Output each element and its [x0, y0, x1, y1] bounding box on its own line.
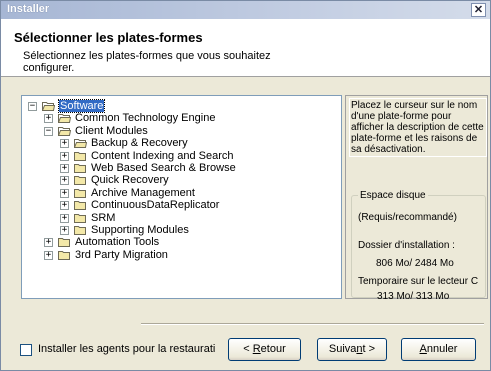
expand-icon[interactable]: + — [60, 201, 69, 211]
tree-item[interactable]: + Backup & Recovery — [60, 137, 341, 149]
next-button[interactable]: Suivant > — [317, 338, 387, 361]
title-bar: Installer ✕ — [1, 1, 490, 19]
temp-drive-value: 313 Mo/ 313 Mo — [377, 291, 450, 302]
expand-icon[interactable]: + — [60, 176, 69, 186]
tree-item[interactable]: − Software — [28, 99, 328, 113]
folder-open-icon — [42, 102, 55, 111]
expand-icon[interactable]: + — [60, 213, 69, 223]
tree-item-label[interactable]: Automation Tools — [75, 236, 159, 248]
tree-item-label[interactable]: Archive Management — [91, 187, 195, 199]
tree-item-label[interactable]: Common Technology Engine — [75, 112, 215, 124]
restore-agents-label[interactable]: Installer les agents pour la restaurati — [38, 343, 215, 355]
footer-separator — [141, 323, 484, 325]
expand-icon[interactable]: + — [44, 238, 53, 248]
folder-icon — [74, 176, 86, 186]
disk-required-label: (Requis/recommandé) — [358, 212, 457, 223]
cancel-mnemonic: A — [419, 343, 427, 355]
collapse-icon[interactable]: − — [28, 102, 37, 111]
description-text: Placez le curseur sur le nom d'une plate… — [349, 98, 487, 157]
expand-icon[interactable]: + — [60, 139, 69, 149]
installer-window: Installer ✕ Sélectionner les plates-form… — [0, 0, 491, 371]
install-folder-value: 806 Mo/ 2484 Mo — [376, 258, 454, 269]
header-panel: Sélectionner les plates-formes Sélection… — [1, 19, 490, 77]
expand-icon[interactable]: + — [60, 164, 69, 173]
expand-icon[interactable]: + — [44, 114, 53, 124]
tree-item-label[interactable]: ContinuousDataReplicator — [91, 199, 219, 211]
tree-item[interactable]: + ContinuousDataReplicator — [60, 199, 341, 211]
next-prefix: Suiva — [328, 343, 357, 355]
folder-icon — [74, 226, 86, 235]
tree-item[interactable]: + Archive Management — [60, 187, 341, 199]
tree-item-label[interactable]: Client Modules — [75, 125, 148, 137]
tree-item-label[interactable]: Content Indexing and Search — [91, 150, 234, 162]
page-title: Sélectionner les plates-formes — [14, 30, 203, 45]
tree-item[interactable]: + Quick Recovery — [60, 174, 341, 186]
tree-item[interactable]: + Automation Tools — [44, 236, 341, 248]
next-rest: t > — [362, 343, 376, 355]
temp-drive-label: Temporaire sur le lecteur C — [358, 276, 479, 287]
tree-item[interactable]: + SRM — [60, 212, 341, 224]
folder-open-icon — [74, 139, 87, 149]
disk-space-group: Espace disque (Requis/recommandé) Dossie… — [351, 190, 486, 302]
disk-space-legend: Espace disque — [358, 190, 428, 201]
folder-icon — [74, 213, 86, 223]
folder-open-icon — [58, 126, 71, 136]
tree-item[interactable]: +3rd Party Migration — [44, 249, 341, 261]
folder-icon — [74, 188, 86, 198]
folder-icon — [58, 250, 70, 260]
tree-item-label[interactable]: Backup & Recovery — [91, 137, 188, 149]
folder-icon — [74, 201, 86, 211]
back-rest: etour — [260, 343, 286, 355]
expand-icon[interactable]: + — [60, 188, 69, 198]
folder-icon — [74, 151, 86, 161]
tree-item-label[interactable]: Supporting Modules — [91, 224, 189, 236]
tree-item[interactable]: + Common Technology Engine — [44, 112, 341, 124]
tree-item-label[interactable]: 3rd Party Migration — [75, 249, 168, 261]
tree-item[interactable]: + Web Based Search & Browse — [60, 162, 341, 174]
tree-item[interactable]: + Supporting Modules — [60, 224, 341, 236]
tree-item[interactable]: + Content Indexing and Search — [60, 150, 341, 162]
page-subtitle: Sélectionnez les plates-formes que vous … — [23, 50, 271, 74]
tree-item-label[interactable]: SRM — [91, 212, 115, 224]
back-prefix: < — [243, 343, 253, 355]
back-mnemonic: R — [252, 343, 261, 355]
folder-icon — [74, 164, 86, 173]
tree-item-label[interactable]: Quick Recovery — [91, 174, 169, 186]
expand-icon[interactable]: + — [60, 226, 69, 235]
collapse-icon[interactable]: − — [44, 126, 53, 136]
restore-agents-checkbox[interactable] — [20, 344, 32, 356]
cancel-button[interactable]: Annuler — [401, 338, 476, 361]
tree-item-label[interactable]: Software — [57, 99, 106, 113]
back-button[interactable]: < Retour — [228, 338, 301, 361]
window-title: Installer — [7, 3, 50, 15]
cancel-rest: nnuler — [426, 343, 458, 355]
expand-icon[interactable]: + — [44, 250, 53, 260]
folder-icon — [58, 238, 70, 248]
folder-open-icon — [58, 114, 71, 124]
install-folder-label: Dossier d'installation : — [358, 240, 455, 251]
platform-tree[interactable]: − Software + Common Technology Engine − Clien… — [21, 95, 342, 299]
expand-icon[interactable]: + — [60, 151, 69, 161]
close-button[interactable]: ✕ — [471, 3, 486, 17]
tree-item-label[interactable]: Web Based Search & Browse — [91, 162, 236, 174]
tree-item[interactable]: − Client Modules — [44, 125, 341, 137]
